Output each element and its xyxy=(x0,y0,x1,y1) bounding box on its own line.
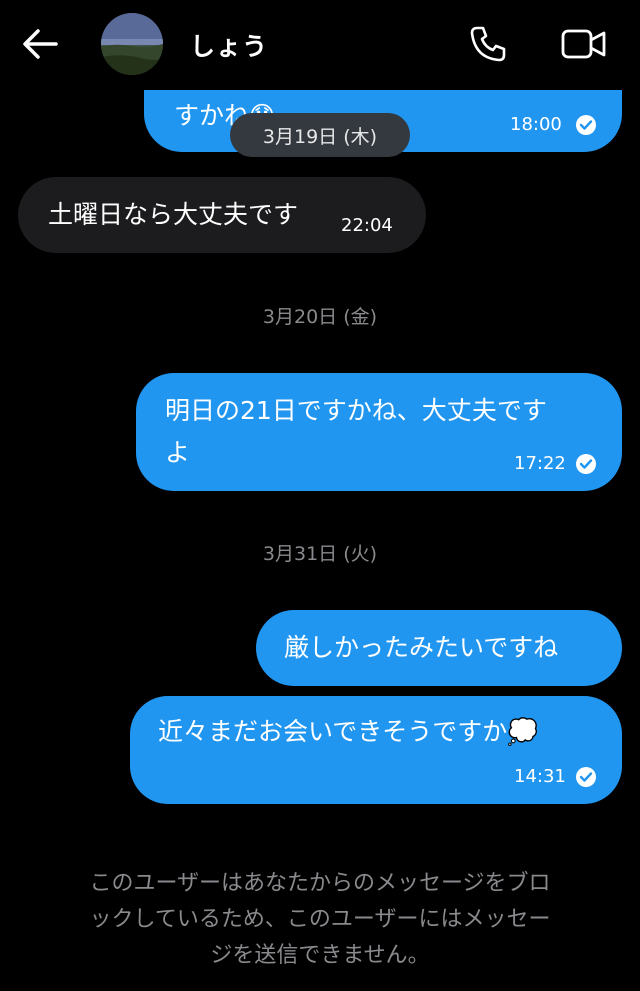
notice-line: このユーザーはあなたからのメッセージをブロ xyxy=(89,871,551,896)
message-text-line-1: 明日の21日ですかね、大丈夫です xyxy=(165,396,547,425)
message-time: 17:22 xyxy=(514,453,566,474)
message-text: 土曜日なら大丈夫です xyxy=(48,200,299,229)
message-time: 18:00 xyxy=(510,114,562,135)
blocked-notice: このユーザーはあなたからのメッセージをブロ ックしているため、このユーザーにはメ… xyxy=(40,866,600,974)
message-time: 14:31 xyxy=(514,766,566,787)
contact-name[interactable]: しょう xyxy=(190,27,268,63)
message-time: 22:04 xyxy=(341,215,393,236)
chat-header: しょう xyxy=(0,0,640,90)
message-text-line-2: よ xyxy=(165,438,191,467)
contact-avatar[interactable] xyxy=(101,13,163,75)
back-button[interactable] xyxy=(20,26,60,62)
message-text: 近々まだお会いできそうですか💭 xyxy=(158,717,539,746)
voice-call-button[interactable] xyxy=(468,24,508,64)
avatar-landscape-image xyxy=(101,13,163,75)
phone-icon xyxy=(470,26,506,62)
notice-line: ジを送信できません。 xyxy=(210,943,430,968)
outgoing-message-bubble[interactable]: 厳しかったみたいですね xyxy=(256,610,622,686)
date-separator-pill: 3月19日 (木) xyxy=(230,113,410,157)
incoming-message-bubble[interactable]: 土曜日なら大丈夫です 22:04 xyxy=(18,177,426,253)
outgoing-message-bubble[interactable]: 明日の21日ですかね、大丈夫です よ 17:22 xyxy=(136,373,622,491)
video-call-button[interactable] xyxy=(560,26,608,62)
video-camera-icon xyxy=(561,29,606,59)
message-text: 厳しかったみたいですね xyxy=(284,633,559,662)
date-separator: 3月31日 (火) xyxy=(262,543,378,565)
read-check-icon xyxy=(576,767,596,787)
read-check-icon xyxy=(576,115,596,135)
read-check-icon xyxy=(576,454,596,474)
outgoing-message-bubble[interactable]: 近々まだお会いできそうですか💭 14:31 xyxy=(130,696,622,804)
notice-line: ックしているため、このユーザーにはメッセー xyxy=(89,907,551,932)
back-arrow-icon xyxy=(23,29,58,59)
date-separator: 3月20日 (金) xyxy=(262,306,378,328)
